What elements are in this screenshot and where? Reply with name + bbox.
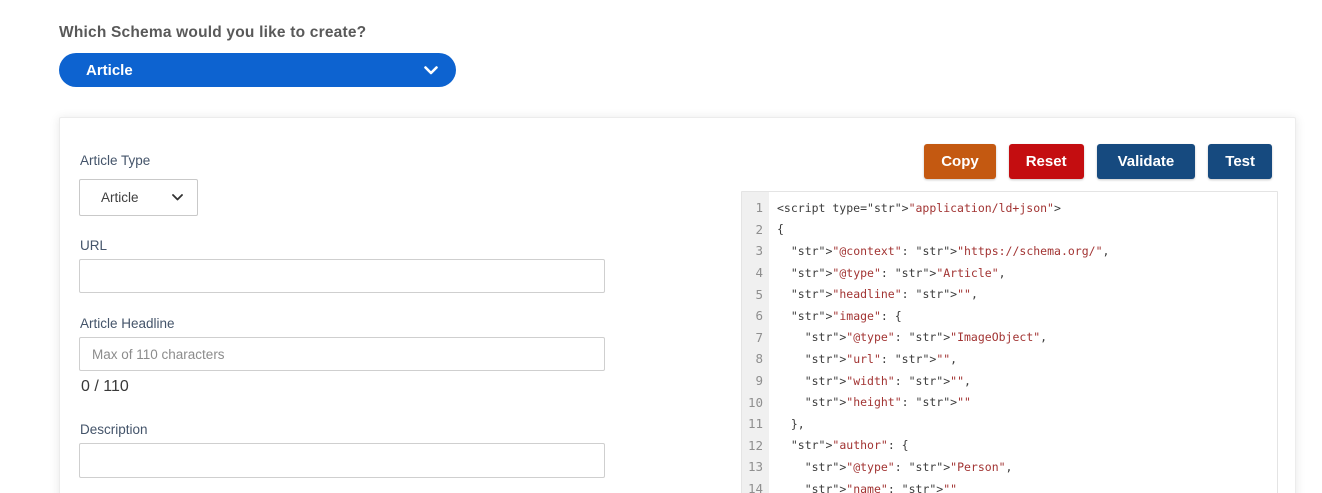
- code-text: "str">"name": "str">"": [769, 482, 957, 493]
- test-button[interactable]: Test: [1208, 144, 1272, 179]
- article-type-label: Article Type: [80, 153, 150, 168]
- line-number: 7: [742, 330, 769, 345]
- schema-type-dropdown-value: Article: [86, 62, 133, 79]
- copy-button[interactable]: Copy: [924, 144, 996, 179]
- code-line: 10 "str">"height": "str">"": [742, 391, 1277, 413]
- line-number: 9: [742, 373, 769, 388]
- code-line: 14 "str">"name": "str">"": [742, 478, 1277, 493]
- code-text: "str">"height": "str">"": [769, 395, 971, 409]
- reset-button[interactable]: Reset: [1009, 144, 1084, 179]
- schema-type-dropdown[interactable]: Article: [59, 53, 456, 87]
- article-type-select[interactable]: Article: [79, 179, 198, 216]
- article-headline-input[interactable]: [79, 337, 605, 371]
- line-number: 6: [742, 308, 769, 323]
- code-text: "str">"@type": "str">"Person",: [769, 460, 1012, 474]
- line-number: 10: [742, 395, 769, 410]
- code-text: "str">"@context": "str">"https://schema.…: [769, 244, 1109, 258]
- generator-card: Article Type Article URL Article Headlin…: [59, 117, 1296, 493]
- code-text: "str">"author": {: [769, 438, 909, 452]
- validate-button[interactable]: Validate: [1097, 144, 1196, 179]
- url-label: URL: [80, 238, 107, 253]
- schema-question-label: Which Schema would you like to create?: [59, 24, 366, 42]
- line-number: 3: [742, 243, 769, 258]
- line-number: 11: [742, 416, 769, 431]
- code-text: {: [769, 222, 784, 236]
- code-line: 5 "str">"headline": "str">"",: [742, 283, 1277, 305]
- code-line: 12 "str">"author": {: [742, 435, 1277, 457]
- line-number: 4: [742, 265, 769, 280]
- code-line: 9 "str">"width": "str">"",: [742, 370, 1277, 392]
- article-headline-label: Article Headline: [80, 316, 175, 331]
- line-number: 2: [742, 222, 769, 237]
- line-number: 12: [742, 438, 769, 453]
- article-type-select-value: Article: [101, 190, 139, 205]
- jsonld-code-editor[interactable]: 1<script type="str">"application/ld+json…: [741, 191, 1278, 493]
- code-text: "str">"headline": "str">"",: [769, 287, 978, 301]
- line-number: 5: [742, 287, 769, 302]
- code-line: 8 "str">"url": "str">"",: [742, 348, 1277, 370]
- code-line: 11 },: [742, 413, 1277, 435]
- code-line: 1<script type="str">"application/ld+json…: [742, 197, 1277, 219]
- line-number: 8: [742, 351, 769, 366]
- code-line: 4 "str">"@type": "str">"Article",: [742, 262, 1277, 284]
- code-text: "str">"image": {: [769, 309, 902, 323]
- code-text: <script type="str">"application/ld+json"…: [769, 201, 1061, 215]
- code-line: 13 "str">"@type": "str">"Person",: [742, 456, 1277, 478]
- schema-generator-page: Which Schema would you like to create? A…: [0, 0, 1322, 493]
- code-text: "str">"url": "str">"",: [769, 352, 957, 366]
- description-input[interactable]: [79, 443, 605, 478]
- line-number: 1: [742, 200, 769, 215]
- chevron-down-icon: [172, 194, 183, 201]
- code-text: "str">"@type": "str">"Article",: [769, 266, 1006, 280]
- url-input[interactable]: [79, 259, 605, 293]
- code-line: 2{: [742, 219, 1277, 241]
- description-label: Description: [80, 422, 148, 437]
- line-number: 14: [742, 481, 769, 493]
- code-line: 6 "str">"image": {: [742, 305, 1277, 327]
- chevron-down-icon: [424, 66, 438, 75]
- code-toolbar: Copy Reset Validate Test: [924, 144, 1272, 179]
- code-text: },: [769, 417, 805, 431]
- code-line: 7 "str">"@type": "str">"ImageObject",: [742, 327, 1277, 349]
- code-text: "str">"@type": "str">"ImageObject",: [769, 330, 1047, 344]
- headline-character-counter: 0 / 110: [81, 378, 129, 396]
- line-number: 13: [742, 459, 769, 474]
- code-text: "str">"width": "str">"",: [769, 374, 971, 388]
- code-line: 3 "str">"@context": "str">"https://schem…: [742, 240, 1277, 262]
